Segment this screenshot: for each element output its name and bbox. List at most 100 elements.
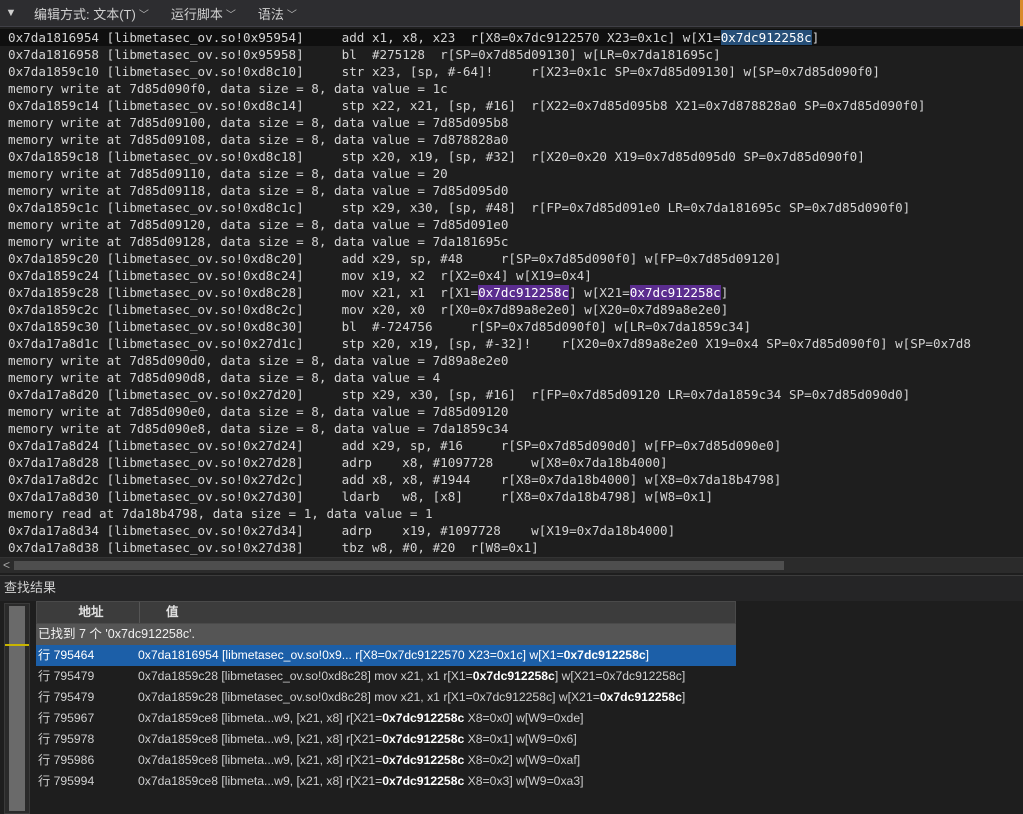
trace-line[interactable]: memory read at 7da18b4798, data size = 1… [8,505,433,522]
result-line-number: 行 795986 [38,753,95,767]
result-match-bold: 0x7dc912258c [382,711,465,725]
menu-syntax[interactable]: 语法 ﹀ [258,4,297,23]
menu-edit-mode[interactable]: 编辑方式: 文本(T) ﹀ [34,4,149,23]
result-value: 0x7da1859ce8 [libmeta...w9, [x21, x8] r[… [138,750,580,771]
result-match-bold: 0x7dc912258c [382,753,465,767]
find-results-panel: 地址 值 已找到 7 个 '0x7dc912258c'. 行 795464 0x7… [0,601,1023,814]
trace-line[interactable]: 0x7da1859c24 [libmetasec_ov.so!0xd8c24] … [8,267,592,284]
column-header-address[interactable]: 地址 [37,602,140,623]
result-row[interactable]: 行 795994 0x7da1859ce8 [libmeta...w9, [x21… [36,771,736,792]
result-value-text: ] w[X21=0x7dc912258c] [554,669,686,683]
result-row[interactable]: 行 795978 0x7da1859ce8 [libmeta...w9, [x21… [36,729,736,750]
chevron-down-icon: ﹀ [225,9,236,21]
trace-line[interactable]: memory write at 7d85d09100, data size = … [8,114,508,131]
trace-line[interactable]: memory write at 7d85d09118, data size = … [8,182,508,199]
trace-line[interactable]: memory write at 7d85d090d8, data size = … [8,369,440,386]
result-line-number: 行 795464 [38,648,95,662]
result-value-text: 0x7da1859c28 [libmetasec_ov.so!0xd8c28] … [138,690,600,704]
vertical-scrollbar-thumb[interactable] [9,606,25,811]
result-value-text: X8=0x2] w[W9=0xaf] [464,753,581,767]
result-match-bold: 0x7dc912258c [563,648,646,662]
result-value-text: 0x7da1859ce8 [libmeta...w9, [x21, x8] r[… [138,732,383,746]
trace-line[interactable]: 0x7da1859c30 [libmetasec_ov.so!0xd8c30] … [8,318,751,335]
toolbar: ▼ 编辑方式: 文本(T) ﹀ 运行脚本 ﹀ 语法 ﹀ [0,0,1023,27]
menu-run-script-label: 运行脚本 [170,6,223,22]
result-match-bold: 0x7dc912258c [472,669,555,683]
trace-line[interactable]: memory write at 7d85d09108, data size = … [8,131,508,148]
trace-line[interactable]: memory write at 7d85d09110, data size = … [8,165,448,182]
trace-line[interactable]: 0x7da1859c2c [libmetasec_ov.so!0xd8c2c] … [8,301,728,318]
trace-line[interactable]: 0x7da1859c20 [libmetasec_ov.so!0xd8c20] … [8,250,781,267]
scroll-position-marker [5,644,29,646]
trace-line[interactable]: 0x7da17a8d20 [libmetasec_ov.so!0x27d20] … [8,386,910,403]
trace-line[interactable]: 0x7da1859c14 [libmetasec_ov.so!0xd8c14] … [8,97,925,114]
find-results-title: 查找结果 [0,575,1023,601]
trace-line[interactable]: 0x7da17a8d1c [libmetasec_ov.so!0x27d1c] … [8,335,971,352]
trace-line[interactable]: 0x7da1816958 [libmetasec_ov.so!0x95958] … [8,46,721,63]
trace-line[interactable]: memory write at 7d85d090f0, data size = … [8,80,448,97]
result-row[interactable]: 行 795967 0x7da1859ce8 [libmeta...w9, [x21… [36,708,736,729]
trace-editor[interactable]: 0x7da1816954 [libmetasec_ov.so!0x95954] … [0,27,1023,557]
trace-line-text: 0x7da1859c28 [libmetasec_ov.so!0xd8c28] … [8,285,479,300]
result-value-text: X8=0x0] w[W9=0xde] [464,711,584,725]
trace-line[interactable]: 0x7da17a8d2c [libmetasec_ov.so!0x27d2c] … [8,471,781,488]
trace-line-text: ] [720,285,729,300]
trace-line-text: 0x7da1816954 [libmetasec_ov.so!0x95954] … [8,30,721,45]
column-header-value[interactable]: 值 [140,602,179,623]
result-value: 0x7da1859c28 [libmetasec_ov.so!0xd8c28] … [138,666,685,687]
result-value-text: 0x7da1816954 [libmetasec_ov.so!0x9... r[… [138,648,564,662]
result-line-number: 行 795978 [38,732,95,746]
trace-line[interactable]: 0x7da17a8d38 [libmetasec_ov.so!0x27d38] … [8,539,539,556]
search-match: 0x7dc912258c [629,285,721,300]
result-value-text: ] [681,690,686,704]
result-line-number: 行 795479 [38,669,95,683]
result-match-bold: 0x7dc912258c [599,690,682,704]
trace-line-text: ] [811,30,820,45]
result-value-text: 0x7da1859c28 [libmetasec_ov.so!0xd8c28] … [138,669,473,683]
trace-line[interactable]: memory write at 7d85d09120, data size = … [8,216,508,233]
collapse-icon[interactable]: ▼ [0,7,22,19]
result-value-text: ] [645,648,650,662]
result-value-text: X8=0x1] w[W9=0x6] [464,732,577,746]
trace-line[interactable]: 0x7da1859c1c [libmetasec_ov.so!0xd8c1c] … [8,199,910,216]
result-value: 0x7da1859c28 [libmetasec_ov.so!0xd8c28] … [138,687,685,708]
find-summary: 已找到 7 个 '0x7dc912258c'. [36,624,736,645]
result-value-text: X8=0x3] w[W9=0xa3] [464,774,584,788]
menu-edit-mode-label: 编辑方式: 文本(T) [34,6,136,22]
trace-line[interactable]: 0x7da1859c28 [libmetasec_ov.so!0xd8c28] … [8,284,728,301]
trace-line[interactable]: memory write at 7d85d090e8, data size = … [8,420,508,437]
trace-line[interactable]: 0x7da1859c18 [libmetasec_ov.so!0xd8c18] … [8,148,865,165]
result-match-bold: 0x7dc912258c [382,732,465,746]
trace-line[interactable]: 0x7da17a8d30 [libmetasec_ov.so!0x27d30] … [8,488,713,505]
result-row[interactable]: 行 795479 0x7da1859c28 [libmetasec_ov.so!0… [36,687,736,708]
result-match-bold: 0x7dc912258c [382,774,465,788]
menu-run-script[interactable]: 运行脚本 ﹀ [171,4,236,23]
trace-line[interactable]: memory write at 7d85d090d0, data size = … [8,352,508,369]
menu-syntax-label: 语法 [257,6,284,22]
result-row[interactable]: 行 795464 0x7da1816954 [libmetasec_ov.so!0… [36,645,736,666]
result-value: 0x7da1859ce8 [libmeta...w9, [x21, x8] r[… [138,771,584,792]
scroll-left-icon[interactable]: < [3,558,10,572]
trace-line[interactable]: 0x7da17a8d24 [libmetasec_ov.so!0x27d24] … [8,437,781,454]
result-value-text: 0x7da1859ce8 [libmeta...w9, [x21, x8] r[… [138,774,383,788]
trace-line[interactable]: memory write at 7d85d090e0, data size = … [8,403,508,420]
result-value: 0x7da1816954 [libmetasec_ov.so!0x9... r[… [138,645,649,666]
result-row[interactable]: 行 795479 0x7da1859c28 [libmetasec_ov.so!0… [36,666,736,687]
trace-line[interactable]: 0x7da17a8d28 [libmetasec_ov.so!0x27d28] … [8,454,668,471]
result-line-number: 行 795479 [38,690,95,704]
result-value: 0x7da1859ce8 [libmeta...w9, [x21, x8] r[… [138,708,584,729]
result-value-text: 0x7da1859ce8 [libmeta...w9, [x21, x8] r[… [138,711,383,725]
vertical-scrollbar[interactable] [4,603,30,814]
trace-line[interactable]: 0x7da17a8d34 [libmetasec_ov.so!0x27d34] … [8,522,675,539]
trace-line[interactable]: 0x7da1816954 [libmetasec_ov.so!0x95954] … [0,29,1023,46]
horizontal-scrollbar[interactable]: < [0,557,1023,573]
result-value-text: 0x7da1859ce8 [libmeta...w9, [x21, x8] r[… [138,753,383,767]
trace-line[interactable]: memory write at 7d85d09128, data size = … [8,233,508,250]
result-row[interactable]: 行 795986 0x7da1859ce8 [libmeta...w9, [x21… [36,750,736,771]
result-value: 0x7da1859ce8 [libmeta...w9, [x21, x8] r[… [138,729,577,750]
trace-line[interactable]: 0x7da1859c10 [libmetasec_ov.so!0xd8c10] … [8,63,880,80]
horizontal-scrollbar-thumb[interactable] [14,561,784,570]
search-match: 0x7dc912258c [478,285,570,300]
find-results-grid: 地址 值 已找到 7 个 '0x7dc912258c'. 行 795464 0x7… [36,601,736,792]
grid-header: 地址 值 [36,601,736,624]
